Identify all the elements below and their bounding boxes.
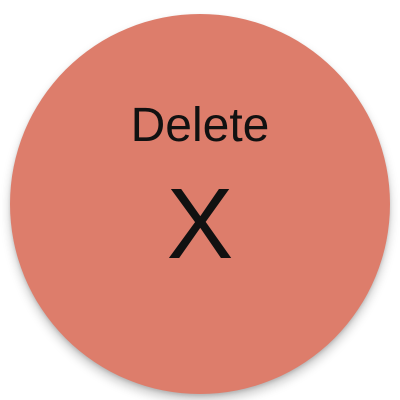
canvas: Delete X bbox=[0, 0, 400, 400]
close-icon: X bbox=[166, 168, 234, 280]
delete-button[interactable]: Delete X bbox=[10, 14, 390, 394]
delete-label: Delete bbox=[130, 99, 270, 152]
